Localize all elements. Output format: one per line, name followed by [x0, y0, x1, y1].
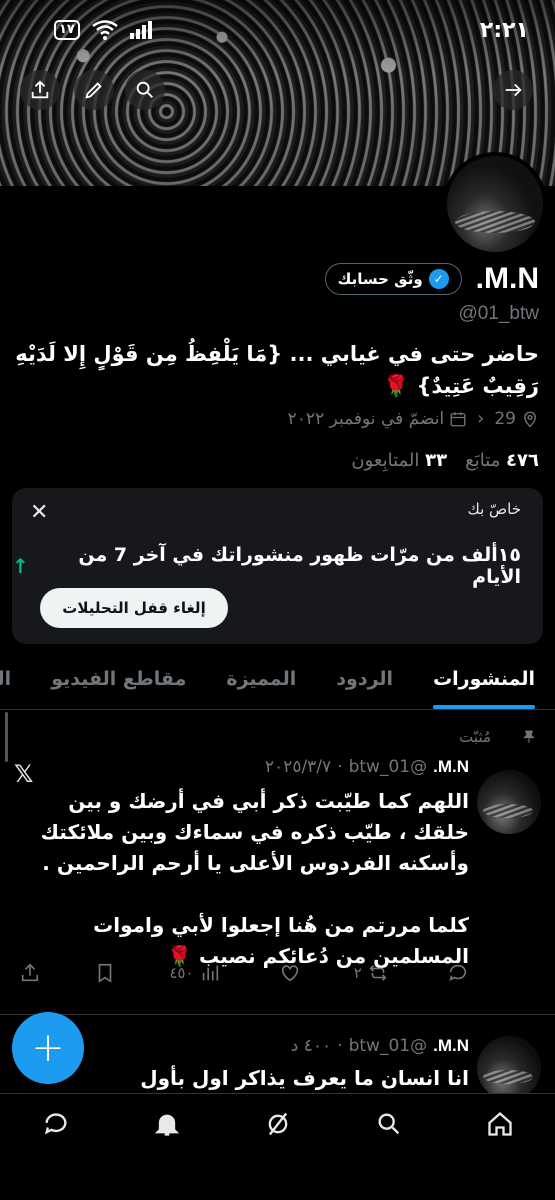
- edit-button[interactable]: [74, 70, 114, 110]
- profile-bio: حاضر حتى في غيابي ... {مَا يَلْفِظُ مِن …: [15, 342, 539, 398]
- post-header: M.N. @01_btw · ٢٠٢٥/٣/٧: [265, 757, 469, 777]
- post-separator: ·: [337, 757, 343, 777]
- pin-icon: [523, 730, 535, 743]
- post-date: ٢٠٢٥/٣/٧: [264, 757, 332, 777]
- card-title: خاصّ بك: [467, 500, 521, 518]
- status-icons: ١٧: [54, 20, 154, 40]
- nav-home[interactable]: [486, 1110, 514, 1142]
- joined-item: انضمّ في نوفمبر ٢٠٢٢: [288, 409, 468, 429]
- post-author-handle: @01_btw: [348, 1036, 428, 1056]
- share-button[interactable]: [20, 70, 60, 110]
- repost-icon: [369, 965, 387, 981]
- bookmark-icon: [98, 963, 112, 983]
- profile-name: M.N.: [475, 262, 539, 295]
- nav-notifications[interactable]: [153, 1110, 181, 1142]
- verify-label: وثّق حسابك: [337, 270, 423, 288]
- verify-account-button[interactable]: ✓ وثّق حسابك: [324, 263, 462, 295]
- calendar-icon: [450, 411, 466, 426]
- post-author-name[interactable]: M.N.: [433, 757, 469, 777]
- repost-count: ٢: [353, 964, 362, 982]
- signal-icon: [129, 21, 152, 39]
- bottom-nav: [0, 1093, 555, 1157]
- following-label: متابَع: [465, 450, 501, 471]
- views-icon: [202, 965, 218, 981]
- bookmark-button[interactable]: [94, 962, 116, 984]
- post-author-handle: @01_btw: [348, 757, 428, 777]
- post-date: ٤٠٠ د: [290, 1036, 332, 1056]
- card-stat: ١٥ألف من مرّات ظهور منشوراتك في آخر 7 من…: [12, 544, 521, 588]
- close-icon[interactable]: ✕: [30, 500, 48, 525]
- post-actions: ٢ ٤٥٠: [19, 962, 469, 984]
- wifi-icon: [92, 20, 118, 40]
- post-separator: ·: [337, 1036, 343, 1056]
- verified-check-icon: ✓: [428, 269, 449, 289]
- impressions-text: ١٥ألف من مرّات ظهور منشوراتك في آخر 7 من…: [78, 544, 521, 588]
- home-icon: [487, 1111, 512, 1136]
- search-icon: [378, 1113, 399, 1134]
- followers-label: المتابِعون: [351, 450, 420, 471]
- clock: ٢:٢١: [479, 17, 529, 43]
- followers-count: ٣٣: [425, 450, 448, 471]
- post-text[interactable]: اللهم كما طيّبت ذكر أبي في أرضك و بين خل…: [29, 786, 469, 972]
- system-nav-area: [0, 1157, 555, 1200]
- profile-name-row: M.N. ✓ وثّق حسابك: [324, 262, 539, 296]
- search-button[interactable]: [125, 70, 165, 110]
- post-divider: [0, 1014, 555, 1015]
- joined-text: انضمّ في نوفمبر ٢٠٢٢: [287, 408, 445, 429]
- post-text[interactable]: انا انسان ما يعرف يذاكر اول بأول: [29, 1063, 469, 1094]
- location-icon: [524, 411, 536, 427]
- followers-link[interactable]: ٣٣ المتابِعون: [351, 450, 447, 471]
- tab-photos[interactable]: الصور: [0, 660, 31, 709]
- location-item[interactable]: 29: [494, 409, 539, 429]
- follow-stats: ٤٧٦ متابَع ٣٣ المتابِعون: [351, 450, 539, 471]
- profile-tabs: المنشورات الردود المميزة مقاطع الفيديو ا…: [0, 660, 555, 710]
- reply-icon: [449, 964, 467, 981]
- reply-button[interactable]: [442, 962, 469, 984]
- message-icon: [44, 1112, 66, 1134]
- tab-replies[interactable]: الردود: [316, 660, 413, 709]
- pinned-indicator: مُثبّت: [459, 728, 537, 746]
- back-arrow-icon: [505, 83, 522, 97]
- profile-handle: @01_btw: [458, 303, 539, 324]
- nav-messages[interactable]: [42, 1110, 70, 1142]
- pinned-label: مُثبّت: [459, 728, 491, 746]
- share-icon: [21, 963, 39, 982]
- trend-up-icon: ↑: [12, 554, 29, 578]
- back-button[interactable]: [493, 70, 533, 110]
- profile-avatar[interactable]: [443, 152, 547, 256]
- tab-videos[interactable]: مقاطع الفيديو: [31, 660, 206, 709]
- x-logo-icon: 𝕏: [14, 760, 34, 788]
- repost-button[interactable]: ٢: [354, 962, 389, 984]
- following-link[interactable]: ٤٧٦ متابَع: [465, 450, 539, 471]
- post-avatar[interactable]: [477, 770, 541, 834]
- tab-highlights[interactable]: المميزة: [206, 660, 316, 709]
- post-avatar[interactable]: [477, 1036, 541, 1100]
- battery-icon: ١٧: [54, 20, 80, 40]
- nav-grok[interactable]: [264, 1110, 292, 1142]
- post-author-name[interactable]: M.N.: [433, 1036, 469, 1056]
- search-icon: [136, 81, 153, 98]
- scrollbar[interactable]: [5, 712, 8, 762]
- compose-button[interactable]: +: [12, 1012, 84, 1084]
- following-count: ٤٧٦: [506, 450, 539, 471]
- unlock-analytics-button[interactable]: إلغاء قفل التحليلات: [40, 588, 228, 628]
- views-count: ٤٥٠: [169, 964, 194, 982]
- analytics-card: ✕ خاصّ بك ١٥ألف من مرّات ظهور منشوراتك ف…: [12, 488, 543, 644]
- views-button[interactable]: ٤٥٠: [169, 962, 220, 984]
- profile-meta: 29 ‹ انضمّ في نوفمبر ٢٠٢٢: [288, 408, 539, 429]
- share-icon: [31, 80, 49, 99]
- heart-icon: [281, 965, 298, 982]
- nav-search[interactable]: [375, 1110, 403, 1142]
- location-text: 29: [494, 408, 516, 429]
- post-header: M.N. @01_btw · ٤٠٠ د: [291, 1036, 469, 1056]
- tab-posts[interactable]: المنشورات: [413, 660, 555, 709]
- chevron-left-icon: ‹: [477, 408, 485, 429]
- status-bar: ١٧ ٢:٢١: [0, 0, 555, 60]
- like-button[interactable]: [274, 962, 301, 984]
- share-post-button[interactable]: [19, 962, 41, 984]
- edit-icon: [85, 82, 102, 99]
- bell-icon: [154, 1114, 179, 1136]
- grok-icon: [268, 1112, 287, 1135]
